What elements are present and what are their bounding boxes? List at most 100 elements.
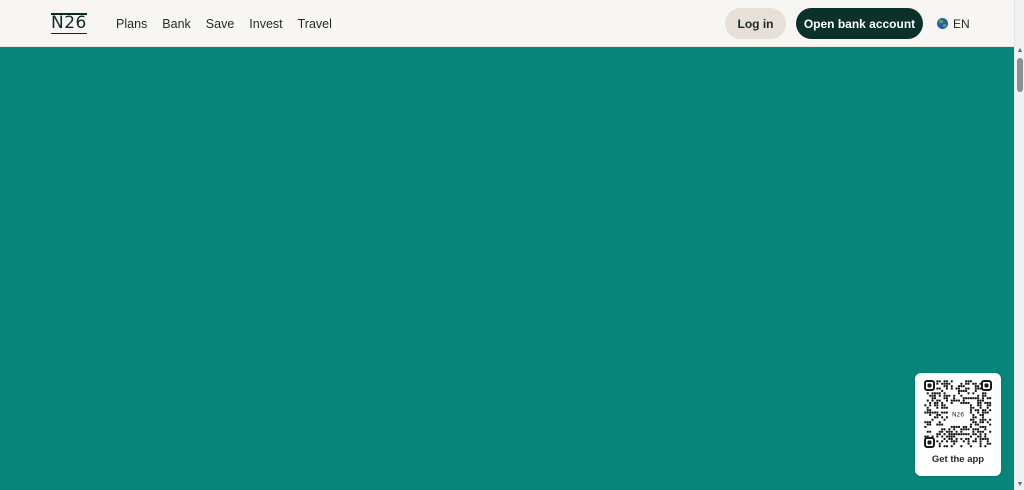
qr-module [967,382,970,385]
qr-module [969,425,972,428]
scroll-up-arrow-icon[interactable]: ▲ [1016,47,1024,55]
get-app-card[interactable]: N26 Get the app [915,373,1001,476]
qr-module [941,428,944,431]
login-button[interactable]: Log in [725,8,786,39]
qr-module [953,394,956,397]
qr-module [943,394,946,397]
qr-module [969,411,972,414]
qr-module [967,401,970,404]
qr-module [974,389,977,392]
qr-module [957,385,960,388]
qr-module [984,401,987,404]
qr-module [945,380,948,383]
qr-module [960,437,963,440]
qr-module [984,409,987,412]
qr-module [972,418,975,421]
qr-module [929,411,932,414]
qr-module [965,425,968,428]
qr-module [931,392,934,395]
qr-module [989,430,992,433]
qr-module [977,397,980,400]
qr-module [953,442,956,445]
qr-module [979,404,982,407]
qr-module [948,394,951,397]
qr-module [926,392,929,395]
qr-module [931,397,934,400]
qr-module [969,404,972,407]
qr-module [924,421,927,424]
qr-module [929,394,932,397]
qr-module [960,401,963,404]
nav-item-bank[interactable]: Bank [162,17,191,31]
qr-module [974,437,977,440]
qr-module [974,428,977,431]
qr-module [950,435,953,438]
qr-module [967,437,970,440]
qr-module [936,406,939,409]
qr-module [950,440,953,443]
qr-module [941,382,944,385]
language-selector[interactable]: EN [937,16,970,31]
qr-module [979,399,982,402]
qr-module [941,440,944,443]
qr-module [981,394,984,397]
qr-module [945,399,948,402]
qr-module [962,385,965,388]
nav-item-travel[interactable]: Travel [298,17,332,31]
qr-module [929,404,932,407]
qr-module [941,416,944,419]
globe-icon [937,18,948,29]
qr-module [977,435,980,438]
qr-code: N26 [924,380,992,448]
main-nav: Plans Bank Save Invest Travel [116,0,347,47]
qr-module [953,425,956,428]
qr-module [979,413,982,416]
qr-module [950,433,953,436]
qr-module [977,411,980,414]
nav-item-save[interactable]: Save [206,17,235,31]
qr-module [972,421,975,424]
qr-module [986,406,989,409]
qr-module [967,428,970,431]
qr-module [929,423,932,426]
qr-module [948,428,951,431]
qr-module [941,401,944,404]
qr-module [965,397,968,400]
qr-module [972,392,975,395]
qr-module [977,401,980,404]
qr-module [977,428,980,431]
qr-module [972,430,975,433]
qr-module [926,423,929,426]
qr-module [931,418,934,421]
nav-item-invest[interactable]: Invest [249,17,282,31]
qr-module [965,389,968,392]
qr-module [929,413,932,416]
qr-module [989,423,992,426]
scroll-down-arrow-icon[interactable]: ▼ [1016,481,1024,489]
qr-module [962,397,965,400]
qr-module [984,437,987,440]
qr-module [938,442,941,445]
qr-module [953,440,956,443]
qr-module [924,411,927,414]
qr-module [936,423,939,426]
qr-module [986,437,989,440]
qr-module [979,421,982,424]
vertical-scrollbar[interactable]: ▲ ▼ [1014,0,1024,490]
qr-module [969,380,972,383]
open-bank-account-button[interactable]: Open bank account [796,8,923,39]
scrollbar-thumb[interactable] [1017,58,1023,92]
qr-module [984,445,987,448]
qr-module [984,435,987,438]
qr-module [953,435,956,438]
qr-module [957,399,960,402]
qr-module [953,428,956,431]
qr-module [938,423,941,426]
qr-module [981,399,984,402]
logo-text: N26 [51,13,87,34]
nav-item-plans[interactable]: Plans [116,17,147,31]
qr-module [960,389,963,392]
n26-logo[interactable]: N26 [51,13,87,34]
qr-logo-text: N26 [952,412,964,419]
qr-module [950,385,953,388]
